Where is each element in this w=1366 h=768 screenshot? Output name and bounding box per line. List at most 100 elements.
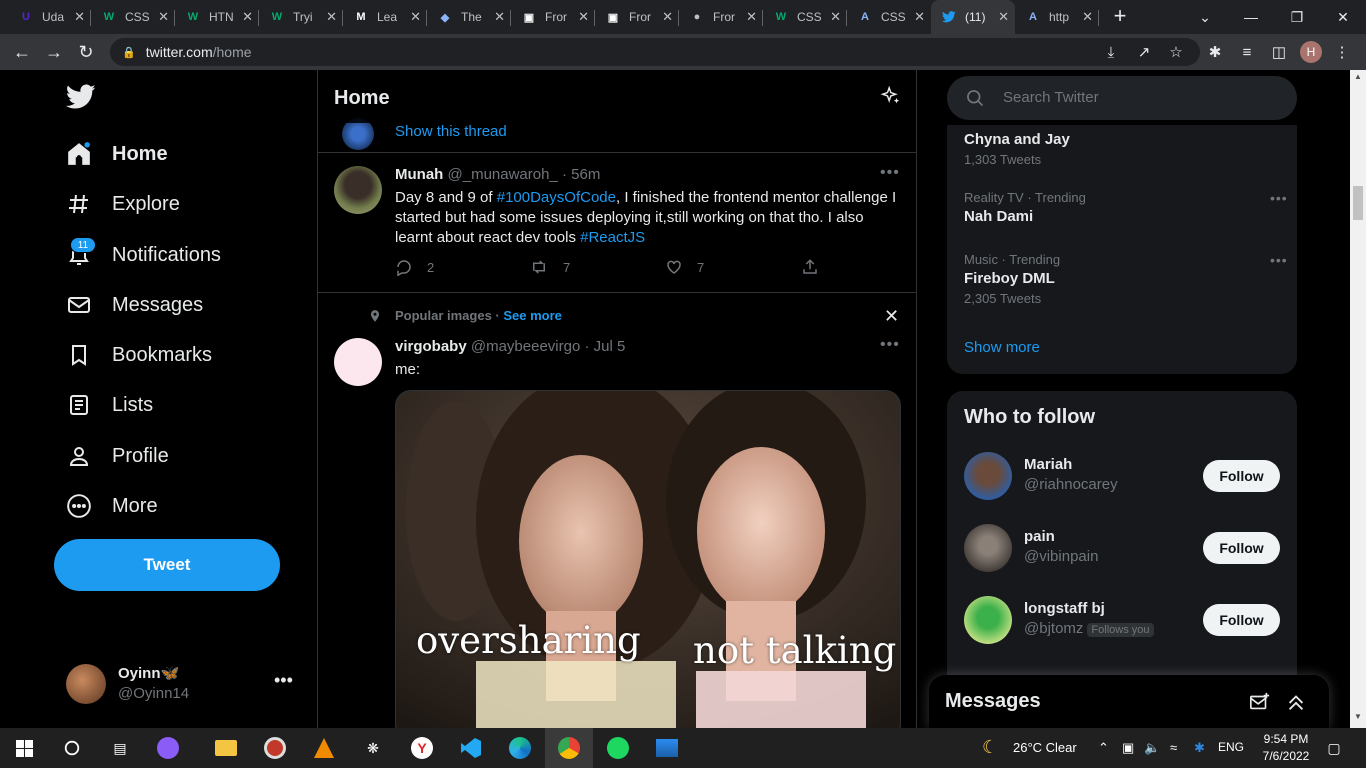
language-indicator[interactable]: ENG xyxy=(1218,740,1244,754)
search-icon[interactable] xyxy=(60,736,84,760)
browser-tab[interactable]: W CSS ✕ xyxy=(91,0,175,34)
nav-explore[interactable]: Explore xyxy=(64,184,180,224)
browser-tab[interactable]: ▣ Fror ✕ xyxy=(595,0,679,34)
browser-tab[interactable]: Ahttp ✕ xyxy=(1015,0,1099,34)
browser-tab[interactable]: W CSS ✕ xyxy=(763,0,847,34)
trend-item[interactable]: Music · Trending Fireboy DML 2,305 Tweet… xyxy=(964,252,1287,306)
browser-tab[interactable]: ● Fror ✕ xyxy=(679,0,763,34)
tweet-time[interactable]: · Jul 5 xyxy=(584,338,625,355)
vscode-icon[interactable] xyxy=(459,736,483,760)
suggestion-handle[interactable]: @vibinpain xyxy=(1024,548,1098,565)
avatar[interactable] xyxy=(964,524,1012,572)
share-icon[interactable]: ↗ xyxy=(1134,42,1154,62)
browser-tab[interactable]: M Lea ✕ xyxy=(343,0,427,34)
search-box[interactable]: Search Twitter xyxy=(947,76,1297,120)
media-player-icon[interactable] xyxy=(263,736,287,760)
tweet-author-handle[interactable]: @maybeeevirgo xyxy=(471,338,580,355)
popular-images-tweet[interactable]: Popular images · See more ✕ virgobaby @m… xyxy=(318,294,916,728)
address-bar[interactable]: 🔒 twitter.com/home xyxy=(110,38,1200,66)
suggestion-name[interactable]: longstaff bj xyxy=(1024,600,1105,617)
windows-start-icon[interactable] xyxy=(12,736,36,760)
nav-messages[interactable]: Messages xyxy=(64,285,203,325)
yandex-browser-icon[interactable]: Y xyxy=(410,736,434,760)
tweet-button[interactable]: Tweet xyxy=(54,539,280,591)
restore-button[interactable]: ❐ xyxy=(1274,0,1320,34)
close-tab-icon[interactable]: ✕ xyxy=(74,9,85,25)
avatar[interactable] xyxy=(334,338,382,386)
see-more-link[interactable]: See more xyxy=(503,308,562,323)
follow-button[interactable]: Follow xyxy=(1203,604,1280,636)
close-tab-icon[interactable]: ✕ xyxy=(494,9,505,25)
slack-icon[interactable]: ❋ xyxy=(361,736,385,760)
close-tab-icon[interactable]: ✕ xyxy=(242,9,253,25)
browser-tab[interactable]: W HTN ✕ xyxy=(175,0,259,34)
follow-suggestion[interactable]: pain @vibinpain Follow xyxy=(964,524,1284,572)
tweet-image[interactable]: oversharing not talking xyxy=(395,390,901,728)
profile-avatar[interactable]: H xyxy=(1300,41,1322,63)
suggestion-name[interactable]: pain xyxy=(1024,528,1055,545)
show-more-link[interactable]: Show more xyxy=(964,339,1040,356)
app-icon[interactable] xyxy=(156,736,180,760)
sparkle-icon[interactable] xyxy=(880,86,902,108)
nav-home[interactable]: Home xyxy=(64,134,168,174)
tweet-time[interactable]: · 56m xyxy=(562,166,600,183)
trend-item[interactable]: Chyna and Jay 1,303 Tweets xyxy=(964,128,1284,167)
system-clock[interactable]: 9:54 PM 7/6/2022 xyxy=(1256,731,1316,765)
suggestion-handle[interactable]: @bjtomz Follows you xyxy=(1024,620,1154,637)
volume-icon[interactable]: 🔈 xyxy=(1144,740,1160,756)
close-window-button[interactable]: ✕ xyxy=(1320,0,1366,34)
follow-suggestion[interactable]: longstaff bj @bjtomz Follows you Follow xyxy=(964,596,1284,644)
forward-icon[interactable]: → xyxy=(40,38,68,66)
browser-tab[interactable]: A CSS ✕ xyxy=(847,0,931,34)
wifi-icon[interactable]: ≈ xyxy=(1170,740,1177,755)
photos-icon[interactable] xyxy=(655,736,679,760)
expand-chevron-icon[interactable] xyxy=(1285,691,1307,713)
close-tab-icon[interactable]: ✕ xyxy=(914,9,925,25)
minimize-button[interactable]: — xyxy=(1228,0,1274,34)
close-tab-icon[interactable]: ✕ xyxy=(998,9,1009,25)
tab-search-icon[interactable]: ⌄ xyxy=(1182,0,1228,34)
spotify-icon[interactable] xyxy=(606,736,630,760)
scroll-up-arrow-icon[interactable]: ▲ xyxy=(1350,72,1366,86)
weather-text[interactable]: 26°C Clear xyxy=(1013,740,1077,755)
back-icon[interactable]: ← xyxy=(8,38,36,66)
file-explorer-icon[interactable] xyxy=(214,736,238,760)
avatar[interactable] xyxy=(334,166,382,214)
browser-tab[interactable]: ▣ Fror ✕ xyxy=(511,0,595,34)
media-control-icon[interactable]: ≡ xyxy=(1237,42,1257,62)
tweet-author-name[interactable]: Munah xyxy=(395,166,443,183)
browser-tab[interactable]: (11) ✕ xyxy=(931,0,1015,34)
nav-bookmarks[interactable]: Bookmarks xyxy=(64,335,212,375)
close-tab-icon[interactable]: ✕ xyxy=(746,9,757,25)
new-tab-button[interactable]: + xyxy=(1108,4,1132,28)
tweet[interactable]: Munah @_munawaroh_ · 56m ••• Day 8 and 9… xyxy=(318,154,916,293)
follow-suggestion[interactable]: Mariah @riahnocarey Follow xyxy=(964,452,1284,500)
reload-icon[interactable]: ↻ xyxy=(72,38,100,66)
tray-chevron-icon[interactable]: ⌃ xyxy=(1098,740,1109,756)
close-tab-icon[interactable]: ✕ xyxy=(830,9,841,25)
trend-more-icon[interactable]: ••• xyxy=(1270,190,1288,206)
hashtag-link[interactable]: #100DaysOfCode xyxy=(497,189,616,206)
chrome-menu-icon[interactable]: ⋮ xyxy=(1332,42,1352,62)
chrome-taskbar-icon[interactable] xyxy=(545,728,593,768)
account-switcher[interactable]: Oyinn🦋 @Oyinn14 ••• xyxy=(66,662,306,706)
close-icon[interactable]: ✕ xyxy=(884,306,899,327)
trend-more-icon[interactable]: ••• xyxy=(1270,252,1288,268)
messages-drawer[interactable]: Messages xyxy=(929,675,1329,728)
bookmark-star-icon[interactable]: ☆ xyxy=(1166,42,1186,62)
browser-tab[interactable]: U Uda ✕ xyxy=(8,0,91,34)
retweet-button[interactable]: 7 xyxy=(529,258,570,276)
scroll-down-arrow-icon[interactable]: ▼ xyxy=(1350,712,1366,726)
tweet-more-icon[interactable]: ••• xyxy=(880,336,900,354)
extensions-icon[interactable]: ✱ xyxy=(1205,42,1225,62)
close-tab-icon[interactable]: ✕ xyxy=(578,9,589,25)
new-message-icon[interactable] xyxy=(1249,691,1271,713)
device-icon[interactable]: ▣ xyxy=(1122,740,1134,756)
browser-tab[interactable]: ◆ The ✕ xyxy=(427,0,511,34)
follow-button[interactable]: Follow xyxy=(1203,532,1280,564)
install-app-icon[interactable]: ⤓ xyxy=(1101,42,1121,62)
close-tab-icon[interactable]: ✕ xyxy=(1082,9,1093,25)
nav-more[interactable]: More xyxy=(64,486,158,526)
task-view-icon[interactable]: ▤ xyxy=(108,736,132,760)
close-tab-icon[interactable]: ✕ xyxy=(662,9,673,25)
